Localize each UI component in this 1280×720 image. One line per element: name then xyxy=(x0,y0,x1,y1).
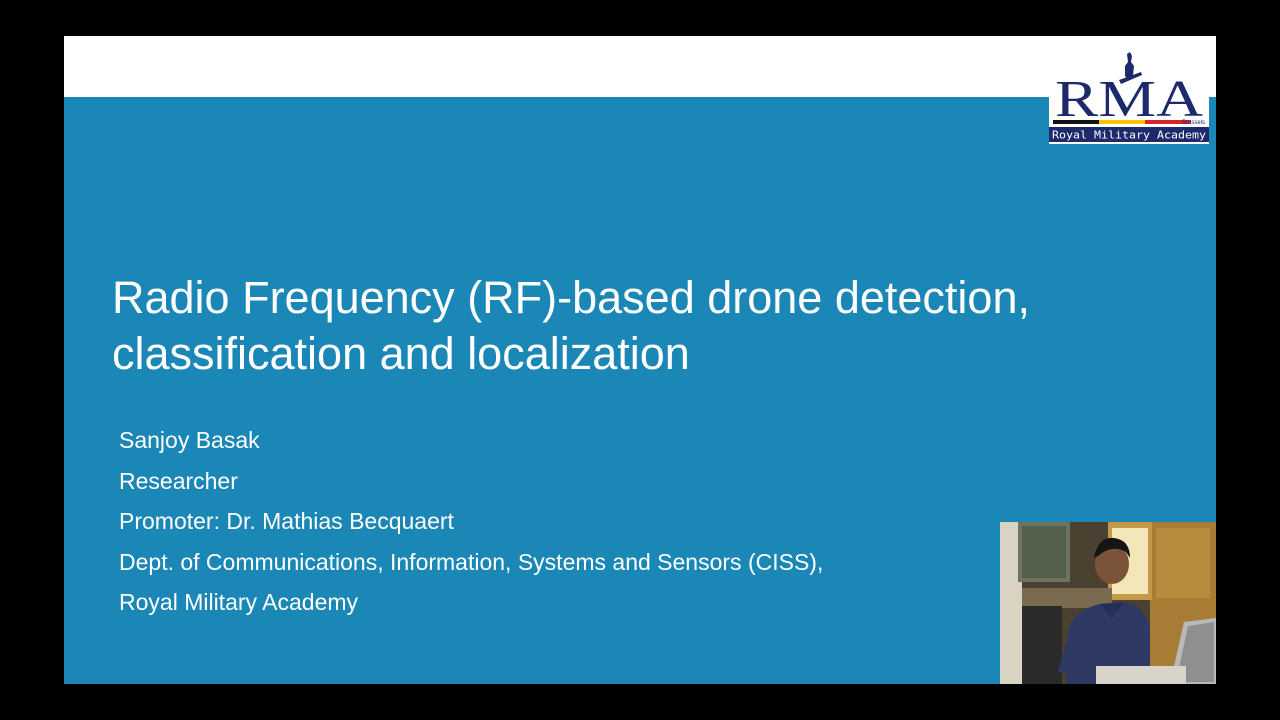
slide-title: Radio Frequency (RF)-based drone detecti… xyxy=(112,270,1172,382)
presenter-webcam-overlay xyxy=(1000,522,1216,684)
presenter-info: Sanjoy Basak Researcher Promoter: Dr. Ma… xyxy=(119,420,823,623)
promoter-line: Promoter: Dr. Mathias Becquaert xyxy=(119,508,454,534)
presentation-slide: RMA Brussels Royal Military Academy Radi… xyxy=(64,36,1216,684)
slide-title-line-2: classification and localization xyxy=(112,328,690,379)
slide-title-line-1: Radio Frequency (RF)-based drone detecti… xyxy=(112,272,1030,323)
logo-city: Brussels xyxy=(1182,120,1205,126)
slide-header-band xyxy=(64,36,1216,97)
rma-logo-icon: RMA Brussels Royal Military Academy xyxy=(1049,52,1209,142)
department-line: Dept. of Communications, Information, Sy… xyxy=(119,548,824,575)
logo-caption: Royal Military Academy xyxy=(1052,130,1206,142)
institution-line: Royal Military Academy xyxy=(119,589,359,615)
presenter-webcam-icon xyxy=(1000,522,1216,684)
rma-logo: RMA Brussels Royal Military Academy xyxy=(1049,50,1209,144)
presenter-name: Sanjoy Basak xyxy=(119,427,260,453)
presenter-role: Researcher xyxy=(119,467,238,494)
